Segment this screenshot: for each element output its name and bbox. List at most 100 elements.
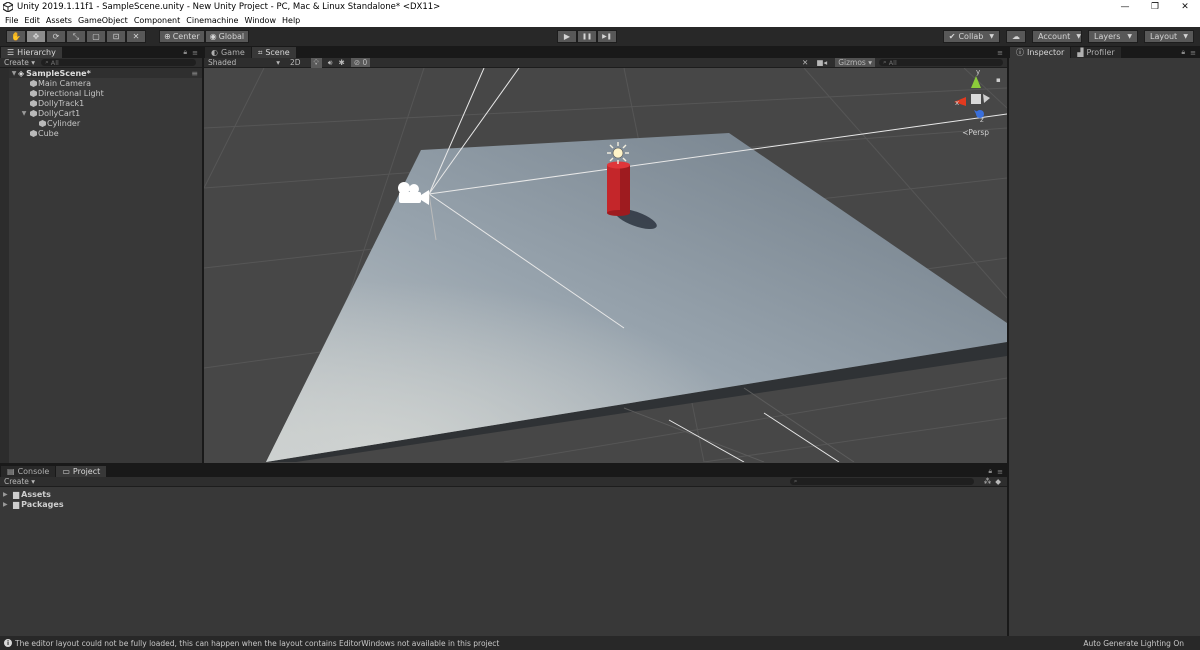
chevron-down-icon: ▾ [276,58,280,67]
lighting-toggle-icon[interactable]: 💡︎ [310,57,322,68]
tab-hierarchy[interactable]: ☰ Hierarchy [1,47,62,58]
pause-button[interactable]: ❚❚ [577,30,597,43]
project-search-input[interactable]: ⌕ [789,477,974,485]
hierarchy-item-cube[interactable]: Cube [0,128,202,138]
project-create-button[interactable]: Create ▾ [4,477,35,486]
hierarchy-item-dollytrack1[interactable]: DollyTrack1 [0,98,202,108]
custom-tool-button[interactable]: ✕ [126,30,146,43]
red-cylinder [607,161,630,216]
hierarchy-search-input[interactable]: ⌕ All [41,58,197,67]
transform-tool-button[interactable]: ⊡ [106,30,126,43]
hierarchy-scrollbar[interactable] [0,68,9,463]
step-button[interactable]: ▶❚ [597,30,617,43]
lock-icon[interactable]: ▪ [996,76,1001,84]
gameobject-cube-icon [28,129,38,137]
scene-root-item[interactable]: ▼ ◈ SampleScene* ≡ [0,68,202,78]
profiler-icon: ▟ [1077,48,1084,57]
menu-assets[interactable]: Assets [43,16,75,25]
maximize-button[interactable]: ❐ [1140,0,1170,14]
lock-icon[interactable]: 🔒︎ [1181,48,1185,57]
camera-settings-icon[interactable]: ■◂ [816,58,827,67]
window-title: Unity 2019.1.11f1 - SampleScene.unity - … [17,2,441,12]
filter-type-icon[interactable]: ⁂ [984,477,992,486]
toggle-2d-button[interactable]: 2D [290,58,301,67]
project-folder-assets[interactable]: ▶ ▆ Assets [0,489,1007,499]
hand-icon: ✋ [11,32,21,41]
chevron-down-icon[interactable]: ▼ [10,70,18,77]
rect-icon: ▢ [92,32,100,41]
move-tool-button[interactable]: ✥ [26,30,46,43]
account-dropdown[interactable]: Account ▼ [1032,30,1082,43]
chevron-right-icon[interactable]: ▶ [3,491,11,498]
tab-console[interactable]: ▤ Console [1,466,56,477]
panel-menu-icon[interactable]: ≡ [997,49,1003,57]
rotate-tool-button[interactable]: ⟳ [46,30,66,43]
close-button[interactable]: ✕ [1170,0,1200,14]
lock-icon[interactable]: 🔒︎ [988,467,992,476]
tab-game[interactable]: ◐ Game [205,47,251,58]
gameobject-cube-icon [28,109,38,117]
chevron-right-icon[interactable]: ▶ [3,501,11,508]
collab-button[interactable]: ✔ Collab ▼ [942,30,1000,43]
hand-tool-button[interactable]: ✋ [6,30,26,43]
pivot-center-button[interactable]: ⊕ Center [159,30,205,43]
auto-lighting-status[interactable]: Auto Generate Lighting On [1083,639,1200,648]
lock-icon[interactable]: 🔒︎ [183,48,187,57]
menu-cinemachine[interactable]: Cinemachine [183,16,241,25]
menu-edit[interactable]: Edit [21,16,43,25]
tools-settings-icon[interactable]: ✕ [802,58,808,67]
scene-search-input[interactable]: ⌕ All [879,58,1003,67]
cloud-button[interactable]: ☁ [1006,30,1026,43]
hidden-objects-toggle[interactable]: ⊘ 0 [350,58,371,67]
gameobject-cube-icon [28,99,38,107]
rotate-icon: ⟳ [52,32,60,41]
chevron-down-icon[interactable]: ▼ [20,110,28,117]
shading-mode-dropdown[interactable]: Shaded ▾ [208,58,280,67]
gameobject-cube-icon [28,89,38,97]
hierarchy-item-directional-light[interactable]: Directional Light [0,88,202,98]
move-icon: ✥ [32,32,40,41]
search-icon: ⌕ [883,58,887,66]
effects-toggle-icon[interactable]: ✱ [339,58,345,67]
orientation-gizmo[interactable] [954,76,990,118]
gizmos-dropdown[interactable]: Gizmos ▾ [835,58,875,67]
play-button[interactable]: ▶ [557,30,577,43]
tab-profiler[interactable]: ▟ Profiler [1071,47,1121,58]
scale-tool-button[interactable]: ⤡ [66,30,86,43]
menu-component[interactable]: Component [131,16,183,25]
menu-gameobject[interactable]: GameObject [75,16,131,25]
menu-window[interactable]: Window [241,16,279,25]
minimize-button[interactable]: — [1110,0,1140,14]
panel-menu-icon[interactable]: ≡ [192,49,198,57]
project-folder-packages[interactable]: ▶ ▆ Packages [0,499,1007,509]
panel-menu-icon[interactable]: ≡ [1190,49,1196,57]
hierarchy-item-dollycart1[interactable]: ▼ DollyCart1 [0,108,202,118]
pivot-global-button[interactable]: ◉ Global [204,30,250,43]
panel-menu-icon[interactable]: ≡ [997,468,1003,476]
layers-dropdown[interactable]: Layers ▼ [1088,30,1138,43]
play-controls: ▶ ❚❚ ▶❚ [557,30,617,43]
gizmo-y-label: y [976,68,980,76]
scene-menu-icon[interactable]: ≡ [191,69,198,78]
rect-tool-button[interactable]: ▢ [86,30,106,43]
hierarchy-item-cylinder[interactable]: Cylinder [0,118,202,128]
audio-toggle-icon[interactable]: 🔊︎ [328,58,333,68]
scene-toolbar: Shaded ▾ 2D 💡︎ 🔊︎ ✱ ⊘ 0 ✕ ■◂ Gizmos ▾ ⌕ A… [204,57,1007,68]
persp-toggle[interactable]: ≺Persp [962,128,989,137]
layout-dropdown[interactable]: Layout ▼ [1144,30,1194,43]
tab-inspector[interactable]: ⓘ Inspector [1010,47,1071,58]
filter-label-icon[interactable]: ◆ [995,477,1001,486]
status-message[interactable]: The editor layout could not be fully loa… [15,639,499,648]
project-toolbar: Create ▾ ⌕ ⁂ ◆ [0,477,1007,487]
chevron-down-icon: ▼ [1076,33,1081,40]
tab-scene[interactable]: ⌗ Scene [251,47,296,58]
menu-file[interactable]: File [2,16,21,25]
hierarchy-item-main-camera[interactable]: Main Camera [0,78,202,88]
scale-icon: ⤡ [72,31,80,41]
hierarchy-panel: ☰ Hierarchy 🔒︎ ≡ Create ▾ ⌕ All ▼ ◈ Sample… [0,46,202,463]
scene-viewport[interactable]: y ▪ x z ≺Persp [204,68,1007,462]
menu-help[interactable]: Help [279,16,303,25]
hierarchy-create-button[interactable]: Create ▾ [4,58,35,67]
account-tools: ✔ Collab ▼ ☁ Account ▼ Layers ▼ Layout ▼ [942,30,1194,43]
tab-project[interactable]: ▭ Project [56,466,107,477]
